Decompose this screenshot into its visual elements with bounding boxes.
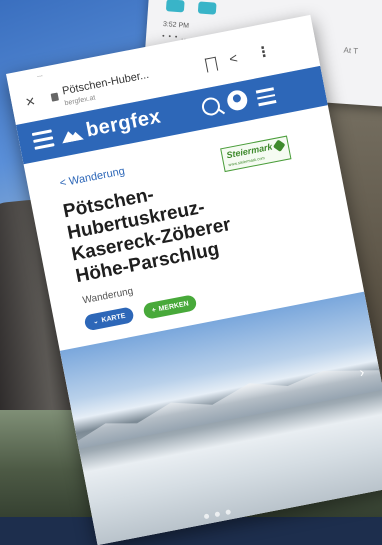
chevron-down-icon: ⌄ bbox=[92, 317, 100, 326]
karte-button[interactable]: ⌄ KARTE bbox=[83, 306, 135, 332]
mountain-logo-icon bbox=[62, 130, 84, 144]
status-bar-left: ... bbox=[36, 71, 44, 80]
user-avatar-icon[interactable] bbox=[225, 88, 250, 113]
bookmark-icon[interactable] bbox=[204, 56, 219, 73]
karte-button-label: KARTE bbox=[100, 312, 126, 324]
share-icon[interactable]: < bbox=[228, 50, 239, 67]
lock-icon bbox=[50, 92, 60, 102]
close-tab-icon[interactable]: × bbox=[24, 93, 37, 112]
carousel-dots bbox=[203, 509, 232, 520]
merken-button-label: MERKEN bbox=[158, 299, 190, 313]
menu-icon[interactable] bbox=[255, 87, 277, 110]
hero-mountains bbox=[71, 351, 382, 449]
app-icon bbox=[165, 0, 185, 13]
back-card-carrier: At T bbox=[343, 45, 359, 56]
more-options-icon[interactable]: ⋮ bbox=[255, 42, 272, 61]
merken-button[interactable]: + MERKEN bbox=[142, 294, 198, 320]
page-subtitle: Wanderung bbox=[81, 285, 135, 307]
logo-text: bergfex bbox=[84, 105, 163, 142]
back-card-time: 3:52 PM bbox=[162, 21, 190, 30]
back-card-app-icons bbox=[165, 0, 217, 15]
plus-icon: + bbox=[151, 306, 157, 314]
search-icon[interactable] bbox=[200, 95, 222, 118]
hamburger-menu-icon[interactable] bbox=[31, 129, 56, 153]
heart-icon bbox=[272, 139, 286, 152]
app-icon bbox=[197, 1, 217, 15]
back-to-wanderung-link[interactable]: < Wanderung bbox=[59, 165, 126, 189]
